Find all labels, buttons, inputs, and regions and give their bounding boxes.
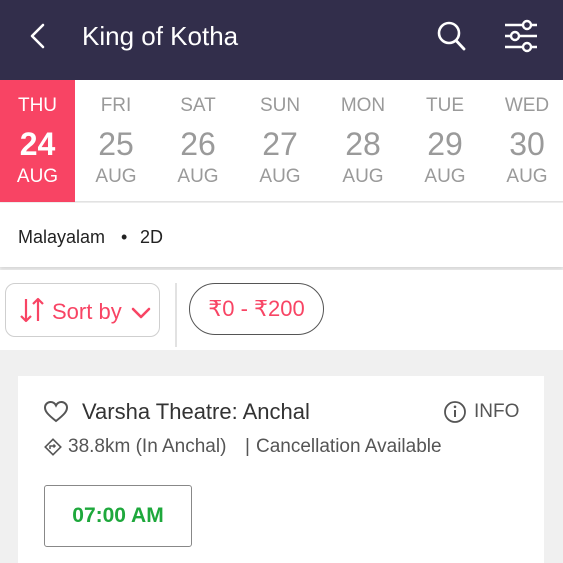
date-tab-mon[interactable]: MON 28 AUG <box>322 80 404 202</box>
format-label: 2D <box>140 227 164 247</box>
date-month: AUG <box>95 166 137 187</box>
date-weekday: THU <box>17 95 58 116</box>
filter-divider <box>175 283 177 347</box>
date-tab-sat[interactable]: SAT 26 AUG <box>157 80 239 202</box>
date-weekday: TUE <box>426 95 464 116</box>
date-day: 29 <box>427 126 463 162</box>
date-weekday: SUN <box>259 95 301 116</box>
date-weekday: WED <box>504 95 550 116</box>
sort-by-button[interactable]: Sort by <box>5 283 160 337</box>
theatre-card: Varsha Theatre: Anchal INFO 38.8km (In A… <box>18 376 544 563</box>
date-month: AUG <box>342 166 384 187</box>
theatre-name[interactable]: Varsha Theatre: Anchal <box>82 398 310 426</box>
date-tab-wed[interactable]: WED 30 AUG <box>486 80 563 202</box>
showtime-button[interactable]: 07:00 AM <box>44 485 192 547</box>
filter-bar: Sort by ₹0 - ₹200 <box>0 270 563 350</box>
filter-sliders-icon[interactable] <box>503 18 539 54</box>
date-weekday: MON <box>340 95 386 116</box>
distance-label: 38.8km (In Anchal) <box>68 436 227 457</box>
date-tab-fri[interactable]: FRI 25 AUG <box>75 80 157 202</box>
date-day: 28 <box>345 126 381 162</box>
separator-dot: • <box>121 227 128 247</box>
sort-by-label: Sort by <box>52 299 122 324</box>
search-icon[interactable] <box>436 20 466 52</box>
price-range-label: ₹0 - ₹200 <box>208 296 305 321</box>
price-range-chip[interactable]: ₹0 - ₹200 <box>189 283 324 335</box>
date-day: 26 <box>180 126 216 162</box>
language-format-bar: Malayalam • 2D <box>0 203 563 267</box>
directions-icon <box>44 438 62 456</box>
back-arrow-icon[interactable] <box>26 22 50 50</box>
date-weekday: SAT <box>180 95 216 116</box>
date-month: AUG <box>16 166 59 187</box>
date-day: 27 <box>262 126 298 162</box>
cancellation-label: Cancellation Available <box>256 436 442 457</box>
date-month: AUG <box>424 166 466 187</box>
date-selector: THU 24 AUG FRI 25 AUG SAT 26 AUG SUN 27 … <box>0 80 563 202</box>
page-title: King of Kotha <box>82 21 239 51</box>
language-label: Malayalam <box>18 227 106 247</box>
info-label[interactable]: INFO <box>474 401 519 423</box>
showtime-label: 07:00 AM <box>72 504 164 527</box>
date-day: 30 <box>509 126 545 162</box>
date-month: AUG <box>259 166 301 187</box>
date-day: 24 <box>19 126 56 162</box>
app-header: King of Kotha <box>0 0 563 80</box>
date-month: AUG <box>506 166 548 187</box>
heart-icon[interactable] <box>43 400 69 424</box>
date-weekday: FRI <box>100 95 132 116</box>
chevron-down-icon <box>131 307 151 319</box>
date-day: 25 <box>98 126 134 162</box>
date-tab-thu[interactable]: THU 24 AUG <box>0 80 75 202</box>
date-month: AUG <box>177 166 219 187</box>
date-tab-sun[interactable]: SUN 27 AUG <box>239 80 321 202</box>
date-tab-tue[interactable]: TUE 29 AUG <box>404 80 486 202</box>
info-icon[interactable] <box>443 400 467 424</box>
sort-arrows-icon <box>20 297 44 323</box>
separator-pipe: | <box>245 436 250 457</box>
